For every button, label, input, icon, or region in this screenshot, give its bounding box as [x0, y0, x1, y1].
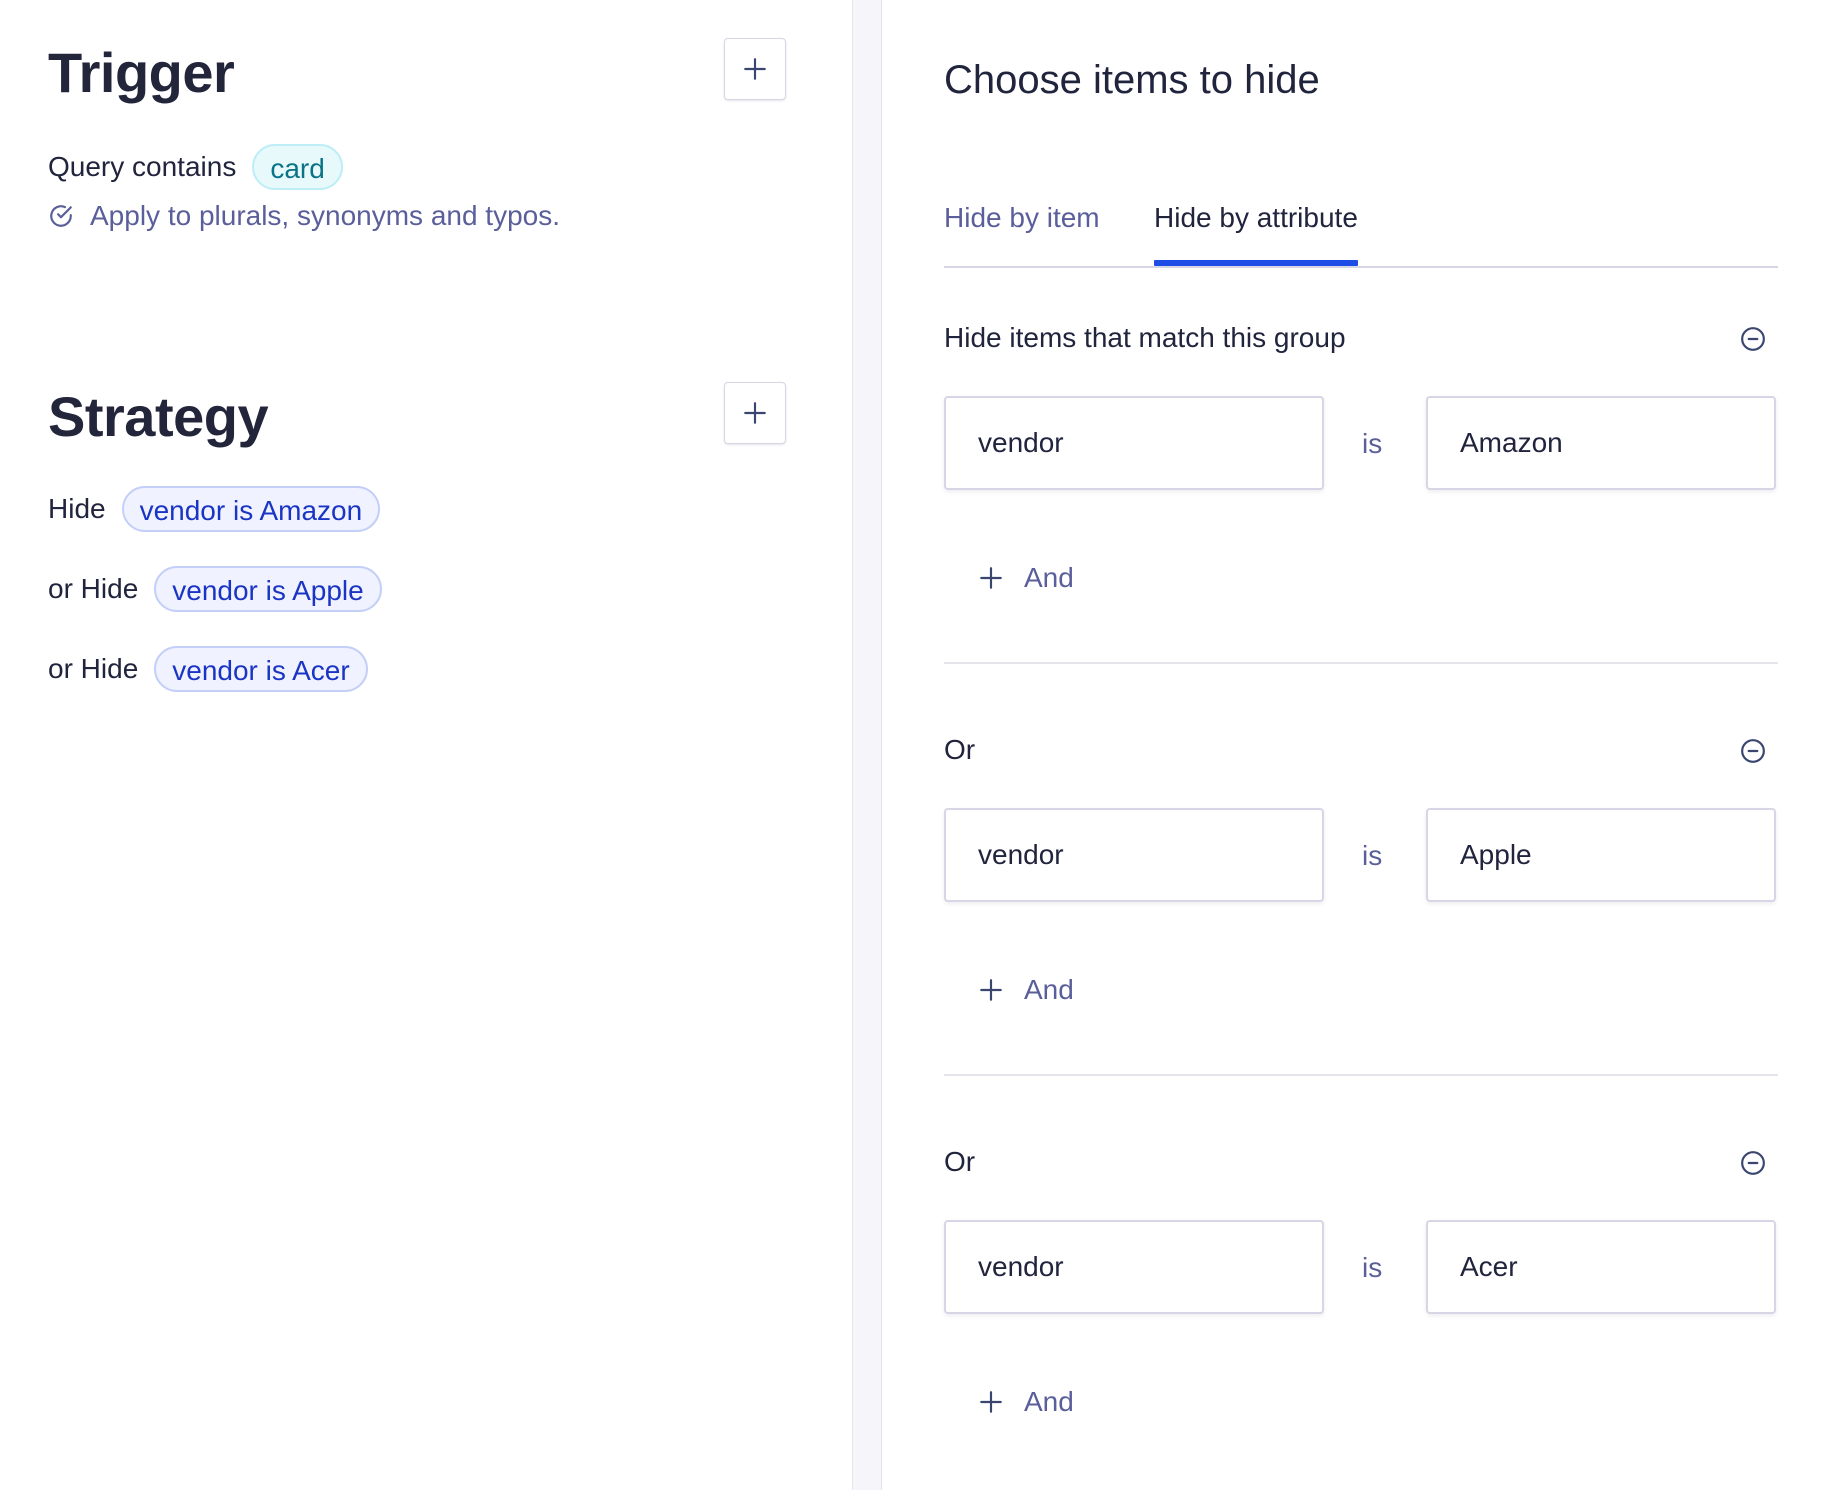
- minus-circle-icon[interactable]: [1740, 1150, 1766, 1176]
- value-field[interactable]: Acer: [1426, 1220, 1776, 1314]
- add-and-condition-button[interactable]: And: [978, 1386, 1074, 1418]
- plus-icon: [744, 402, 766, 424]
- add-trigger-button[interactable]: [724, 38, 786, 100]
- strategy-chip[interactable]: vendor is Apple: [154, 566, 382, 612]
- apply-plurals-hint: Apply to plurals, synonyms and typos.: [48, 200, 560, 232]
- minus-circle-icon[interactable]: [1740, 738, 1766, 764]
- plus-icon: [980, 567, 1002, 589]
- strategy-prefix: or Hide: [48, 573, 139, 604]
- add-and-condition-button[interactable]: And: [978, 974, 1074, 1006]
- add-strategy-button[interactable]: [724, 382, 786, 444]
- tab-hide-by-item[interactable]: Hide by item: [944, 196, 1100, 264]
- group-divider: [944, 1074, 1778, 1076]
- right-panel: Choose items to hide Hide by item Hide b…: [882, 0, 1832, 1490]
- attribute-field[interactable]: vendor: [944, 396, 1324, 490]
- panel-divider: [852, 0, 882, 1490]
- strategy-chip[interactable]: vendor is Acer: [154, 646, 368, 692]
- plus-icon: [744, 58, 766, 80]
- strategy-row: or Hide vendor is Acer: [48, 646, 368, 692]
- and-label: And: [1024, 974, 1074, 1005]
- tab-bar: Hide by item Hide by attribute: [944, 196, 1778, 268]
- group-label: Or: [944, 1146, 976, 1177]
- group-divider: [944, 662, 1778, 664]
- operator-label: is: [1362, 1252, 1383, 1283]
- value-field[interactable]: Apple: [1426, 808, 1776, 902]
- operator-label: is: [1362, 840, 1383, 871]
- plus-icon: [980, 1391, 1002, 1413]
- group-label: Or: [944, 734, 976, 765]
- check-circle-icon: [50, 205, 72, 227]
- strategy-chip[interactable]: vendor is Amazon: [121, 486, 381, 532]
- query-label: Query contains: [48, 151, 237, 182]
- value-field[interactable]: Amazon: [1426, 396, 1776, 490]
- and-label: And: [1024, 562, 1074, 593]
- minus-circle-icon[interactable]: [1740, 326, 1766, 352]
- attribute-field[interactable]: vendor: [944, 808, 1324, 902]
- operator-label: is: [1362, 428, 1383, 459]
- trigger-query-row: Query contains card: [48, 144, 343, 190]
- left-panel: Trigger Query contains card Apply to plu…: [0, 0, 852, 1490]
- add-and-condition-button[interactable]: And: [978, 562, 1074, 594]
- group-label: Hide items that match this group: [944, 322, 1346, 353]
- panel-title: Choose items to hide: [944, 58, 1320, 102]
- strategy-prefix: or Hide: [48, 653, 139, 684]
- strategy-prefix: Hide: [48, 493, 106, 524]
- and-label: And: [1024, 1386, 1074, 1417]
- strategy-row: Hide vendor is Amazon: [48, 486, 381, 532]
- attribute-field[interactable]: vendor: [944, 1220, 1324, 1314]
- trigger-title: Trigger: [48, 41, 235, 104]
- strategy-row: or Hide vendor is Apple: [48, 566, 382, 612]
- strategy-title: Strategy: [48, 385, 269, 448]
- hint-text: Apply to plurals, synonyms and typos.: [90, 200, 561, 231]
- plus-icon: [980, 979, 1002, 1001]
- tab-hide-by-attribute[interactable]: Hide by attribute: [1154, 196, 1358, 266]
- query-chip[interactable]: card: [252, 144, 343, 190]
